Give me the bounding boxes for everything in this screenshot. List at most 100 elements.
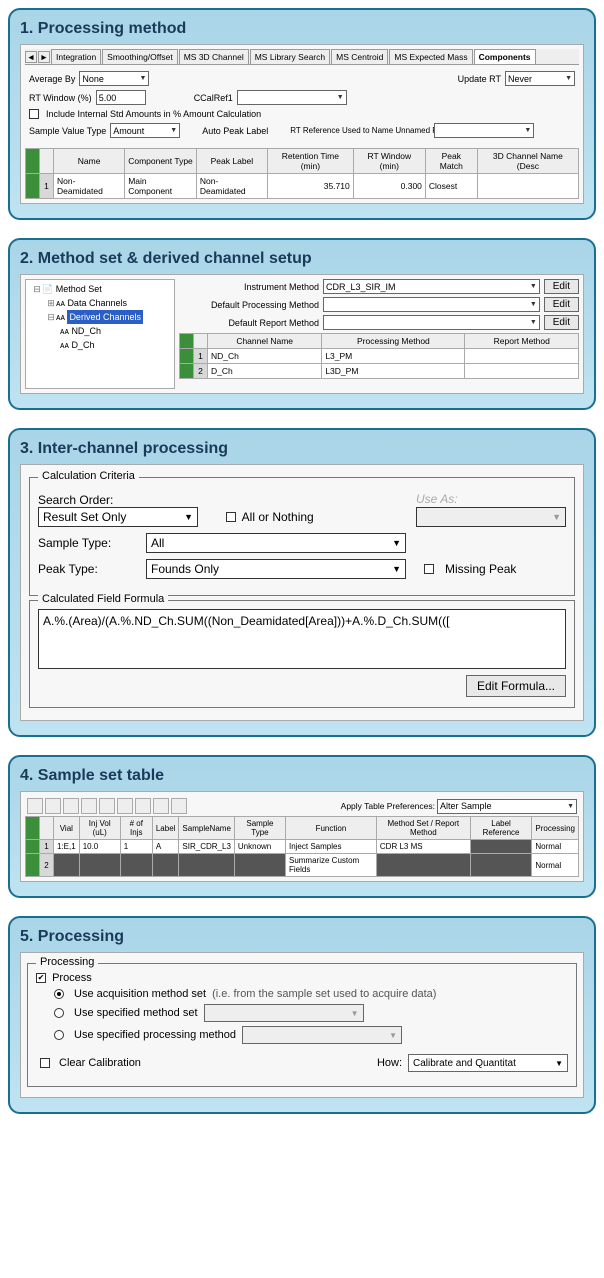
edit-formula-button[interactable]: Edit Formula... (466, 675, 566, 697)
sample-value-type-select[interactable]: Amount (110, 123, 180, 138)
radio-specified-pm[interactable] (54, 1030, 64, 1040)
edit-report-button[interactable]: Edit (544, 315, 579, 330)
radio-acquisition[interactable] (54, 989, 64, 999)
update-rt-label: Update RT (458, 74, 501, 84)
col-processing: Processing (532, 817, 579, 840)
table-row[interactable]: 2 D_Ch L3D_PM (180, 364, 579, 379)
tab-integration[interactable]: Integration (51, 49, 101, 64)
panel2-title: 2. Method set & derived channel setup (20, 250, 584, 268)
tree-data-channels[interactable]: Data Channels (67, 298, 127, 308)
formula-group: Calculated Field Formula A.%.(Area)/(A.%… (29, 600, 575, 708)
rt-window-input[interactable]: 5.00 (96, 90, 146, 105)
tab-mslib[interactable]: MS Library Search (250, 49, 330, 64)
panel-processing-method: 1. Processing method ◄ ► Integration Smo… (8, 8, 596, 220)
clear-calibration-checkbox[interactable] (40, 1058, 50, 1068)
toolbar-icon[interactable] (117, 798, 133, 814)
panel2-inner: ⊟📄 Method Set ⊞ᴀᴀ Data Channels ⊟ᴀᴀ Deri… (20, 274, 584, 394)
tab-prev-icon[interactable]: ◄ (25, 51, 37, 63)
radio-specified-ms[interactable] (54, 1008, 64, 1018)
tree-root[interactable]: Method Set (56, 284, 102, 294)
rt-ref-select[interactable] (434, 123, 534, 138)
opt-acquisition-hint: (i.e. from the sample set used to acquir… (212, 988, 436, 1000)
default-processing-select[interactable] (323, 297, 540, 312)
use-as-label: Use As: (416, 492, 566, 506)
tab-next-icon[interactable]: ► (38, 51, 50, 63)
default-processing-label: Default Processing Method (179, 300, 319, 310)
tab-mscentroid[interactable]: MS Centroid (331, 49, 388, 64)
table-row[interactable]: 1 1:E,1 10.0 1 A SIR_CDR_L3 Unknown Inje… (26, 840, 579, 854)
toolbar-icon[interactable] (99, 798, 115, 814)
missing-peak-checkbox[interactable] (424, 564, 434, 574)
tab-ms3d[interactable]: MS 3D Channel (179, 49, 249, 64)
panel5-title: 5. Processing (20, 928, 584, 946)
col-sampletype: Sample Type (234, 817, 285, 840)
default-report-label: Default Report Method (179, 318, 319, 328)
toolbar-icon[interactable] (45, 798, 61, 814)
ccalref-select[interactable] (237, 90, 347, 105)
panel4-inner: Apply Table Preferences: Alter Sample Vi… (20, 791, 584, 882)
col-samplename: SampleName (179, 817, 234, 840)
toolbar-icon[interactable] (63, 798, 79, 814)
tab-msexpected[interactable]: MS Expected Mass (389, 49, 472, 64)
col-3dch: 3D Channel Name (Desc (477, 149, 578, 174)
minus-icon[interactable]: ⊟ (46, 310, 56, 324)
sample-type-select[interactable]: All (146, 533, 406, 553)
edit-instrument-button[interactable]: Edit (544, 279, 579, 294)
calc-criteria-group: Calculation Criteria Search Order: Resul… (29, 477, 575, 596)
col-rt: Retention Time (min) (268, 149, 354, 174)
rt-ref-label: RT Reference Used to Name Unnamed Peaks … (290, 126, 430, 135)
process-checkbox[interactable] (36, 973, 46, 983)
default-report-select[interactable] (323, 315, 540, 330)
tab-components[interactable]: Components (474, 49, 536, 64)
processing-group: Processing Process Use acquisition metho… (27, 963, 577, 1087)
tree-d-ch[interactable]: D_Ch (71, 340, 94, 350)
components-table[interactable]: Name Component Type Peak Label Retention… (25, 148, 579, 199)
toolbar-icon[interactable] (171, 798, 187, 814)
apply-select[interactable]: Alter Sample (437, 799, 577, 814)
components-form: Average By None Update RT Never RT Windo… (25, 65, 579, 148)
auto-peak-label[interactable]: Auto Peak Label (202, 126, 268, 136)
table-corner[interactable] (26, 149, 40, 174)
tree-nd-ch[interactable]: ND_Ch (71, 326, 101, 336)
toolbar-icon[interactable] (81, 798, 97, 814)
search-order-select[interactable]: Result Set Only (38, 507, 198, 527)
panel5-inner: Processing Process Use acquisition metho… (20, 952, 584, 1098)
table-corner[interactable] (180, 334, 194, 349)
include-std-checkbox[interactable] (29, 109, 39, 119)
table-row[interactable]: 1 ND_Ch L3_PM (180, 349, 579, 364)
toolbar-icon[interactable] (153, 798, 169, 814)
table-row[interactable]: 2 Summarize Custom Fields Normal (26, 854, 579, 877)
panel3-title: 3. Inter-channel processing (20, 440, 584, 458)
processing-group-title: Processing (36, 956, 98, 968)
all-or-nothing-label: All or Nothing (242, 510, 314, 524)
panel1-title: 1. Processing method (20, 20, 584, 38)
all-or-nothing-checkbox[interactable] (226, 512, 236, 522)
average-by-select[interactable]: None (79, 71, 149, 86)
instrument-method-select[interactable]: CDR_L3_SIR_IM (323, 279, 540, 294)
col-methodset: Method Set / Report Method (376, 817, 470, 840)
toolbar-icon[interactable] (27, 798, 43, 814)
edit-processing-button[interactable]: Edit (544, 297, 579, 312)
how-select[interactable]: Calibrate and Quantitat (408, 1054, 568, 1072)
toolbar-icon[interactable] (135, 798, 151, 814)
panel-method-set: 2. Method set & derived channel setup ⊟📄… (8, 238, 596, 410)
formula-group-title: Calculated Field Formula (38, 593, 168, 605)
tab-smoothing[interactable]: Smoothing/Offset (102, 49, 178, 64)
minus-icon[interactable]: ⊟ (32, 282, 42, 296)
table-corner[interactable] (26, 817, 40, 840)
tree-derived-channels[interactable]: Derived Channels (67, 310, 143, 324)
sample-toolbar: Apply Table Preferences: Alter Sample (25, 796, 579, 816)
sample-set-table[interactable]: Vial Inj Vol (uL) # of Injs Label Sample… (25, 816, 579, 877)
formula-textarea[interactable]: A.%.(Area)/(A.%.ND_Ch.SUM((Non_Deamidate… (38, 609, 566, 669)
col-channel-name: Channel Name (208, 334, 322, 349)
plus-icon[interactable]: ⊞ (46, 296, 56, 310)
update-rt-select[interactable]: Never (505, 71, 575, 86)
panel1-inner: ◄ ► Integration Smoothing/Offset MS 3D C… (20, 44, 584, 204)
rt-window-label: RT Window (%) (29, 93, 92, 103)
method-tree[interactable]: ⊟📄 Method Set ⊞ᴀᴀ Data Channels ⊟ᴀᴀ Deri… (25, 279, 175, 389)
col-ninjs: # of Injs (120, 817, 152, 840)
channel-table[interactable]: Channel Name Processing Method Report Me… (179, 333, 579, 379)
table-row[interactable]: 1 Non-Deamidated Main Component Non-Deam… (26, 174, 579, 199)
peak-type-select[interactable]: Founds Only (146, 559, 406, 579)
how-label: How: (377, 1057, 402, 1069)
